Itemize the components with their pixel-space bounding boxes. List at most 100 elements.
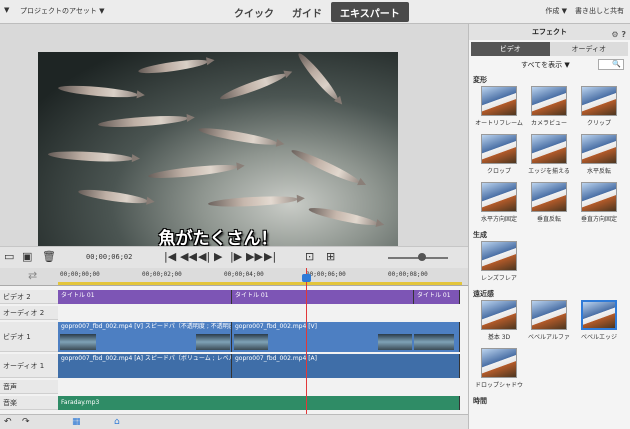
music-clip[interactable]: Faraday.mp3 <box>58 396 460 410</box>
effect-label: クリップ <box>586 120 611 127</box>
effect-tile[interactable]: レンズフレア <box>474 241 524 289</box>
bottom-toolbar: ↶ ↷ ▦ ⌂ <box>0 414 468 429</box>
show-all-dropdown[interactable]: すべてを表示 ▼ <box>521 60 570 70</box>
transport-bar: ▭ ▣ 🗑 00;00;06;02 |◀ ◀◀ ◀| ▶ |▶ ▶▶ ▶| ⊡ … <box>0 246 468 268</box>
work-area-bar[interactable] <box>58 282 462 285</box>
ruler-tick: 00;00;06;00 <box>306 271 346 278</box>
organizer-icon[interactable]: ▦ <box>72 416 81 428</box>
track-label-audio1: オーディオ 1 <box>0 354 58 378</box>
mode-expert-tab[interactable]: エキスパート <box>331 2 409 22</box>
go-start-button[interactable]: |◀ <box>164 251 176 263</box>
video-editor-window: ▼ プロジェクトのアセット ▼ クイック ガイド エキスパート 作成 ▼ 書き出… <box>0 0 630 429</box>
effect-label: 水平方向固定 <box>480 216 517 223</box>
tab-audio[interactable]: オーディオ <box>549 42 628 56</box>
step-forward-button[interactable]: |▶ <box>230 251 242 263</box>
clip-thumbnail <box>60 334 96 350</box>
clip-thumbnail <box>234 334 268 350</box>
fish-shape <box>295 52 341 103</box>
effect-tile[interactable]: 水平方向固定 <box>474 182 524 230</box>
effect-label: ドロップシャドウ <box>474 382 523 389</box>
group-perspective-title[interactable]: 遠近感 <box>469 289 630 300</box>
snapshot-icon[interactable]: ⊞ <box>326 251 335 263</box>
home-screen-icon[interactable]: ⌂ <box>114 416 120 428</box>
effect-tile[interactable]: ドロップシャドウ <box>474 348 524 396</box>
preview-area: 魚がたくさん！ <box>0 24 468 255</box>
file-menu-button[interactable]: ▼ <box>4 6 9 14</box>
redo-icon[interactable]: ↷ <box>22 416 30 428</box>
track-label-narration: 音声 <box>0 380 58 394</box>
effect-thumbnail <box>481 86 517 116</box>
timeline-ruler[interactable]: ⇄ 00;00;00;00 00;00;02;00 00;00;04;00 00… <box>0 268 468 286</box>
effect-tile[interactable]: エッジを揃える <box>524 134 574 182</box>
step-back-button[interactable]: ◀| <box>198 251 210 263</box>
mode-quick-tab[interactable]: クイック <box>225 2 283 22</box>
effect-thumbnail <box>481 348 517 378</box>
effect-label: レンズフレア <box>481 275 517 282</box>
effects-panel: エフェクト ⚙ ? ビデオ オーディオ すべてを表示 ▼ 🔍 変形 オートリフレ… <box>468 24 630 429</box>
effect-tile[interactable]: 垂直反転 <box>524 182 574 230</box>
mode-switcher: クイック ガイド エキスパート <box>225 2 409 22</box>
audio-clip[interactable]: gopro007_fbd_002.mp4 [A] <box>232 354 460 378</box>
zoom-slider-knob[interactable] <box>418 253 426 261</box>
project-assets-button[interactable]: プロジェクトのアセット ▼ <box>20 6 104 16</box>
track-label-music: 音楽 <box>0 396 58 410</box>
fish-shape <box>147 162 239 181</box>
effect-tile[interactable]: 水平反転 <box>574 134 624 182</box>
fish-shape <box>218 70 288 103</box>
effect-tile[interactable]: ベベルアルファ <box>524 300 574 348</box>
ruler-tick: 00;00;02;00 <box>142 271 182 278</box>
ruler-tick: 00;00;04;00 <box>224 271 264 278</box>
search-icon: 🔍 <box>612 60 621 68</box>
effect-tile[interactable]: カメラビュー <box>524 86 574 134</box>
delete-icon[interactable]: 🗑 <box>42 251 56 263</box>
effect-tile[interactable]: クロップ <box>474 134 524 182</box>
track-label-audio2: オーディオ 2 <box>0 306 58 320</box>
title-clip[interactable]: タイトル 01 <box>232 290 414 304</box>
fish-shape <box>207 194 299 209</box>
link-icon[interactable]: ⇄ <box>28 270 37 282</box>
fish-shape <box>77 187 149 206</box>
effect-tile[interactable]: オートリフレーム <box>474 86 524 134</box>
search-input[interactable]: 🔍 <box>598 59 624 70</box>
perspective-effects-grid: 基本 3D ベベルアルファ ベベルエッジ ドロップシャドウ <box>469 300 630 396</box>
effect-label: 垂直方向固定 <box>580 216 617 223</box>
mode-guided-tab[interactable]: ガイド <box>283 2 331 22</box>
effect-thumbnail <box>581 300 617 330</box>
playhead-handle[interactable] <box>302 274 311 282</box>
effect-thumbnail <box>531 134 567 164</box>
track-label-video1: ビデオ 1 <box>0 322 58 352</box>
top-bar: ▼ プロジェクトのアセット ▼ クイック ガイド エキスパート 作成 ▼ 書き出… <box>0 0 630 24</box>
video-preview[interactable]: 魚がたくさん！ <box>38 52 398 255</box>
group-transform-title[interactable]: 変形 <box>469 75 630 86</box>
group-generate-title[interactable]: 生成 <box>469 230 630 241</box>
effect-tile[interactable]: クリップ <box>574 86 624 134</box>
go-end-button[interactable]: ▶| <box>264 251 276 263</box>
create-button[interactable]: 作成 ▼ <box>545 6 567 16</box>
fit-icon[interactable]: ▭ <box>4 251 14 263</box>
audio-clip[interactable]: gopro007_fbd_002.mp4 [A] スピードパ（ボリューム ; レ… <box>58 354 232 378</box>
play-button[interactable]: ▶ <box>214 251 222 263</box>
undo-icon[interactable]: ↶ <box>4 416 12 428</box>
panel-title: エフェクト <box>532 28 567 36</box>
fast-forward-button[interactable]: ▶▶ <box>246 251 263 263</box>
rewind-button[interactable]: ◀◀ <box>180 251 197 263</box>
marker-icon[interactable]: ▣ <box>22 251 32 263</box>
export-share-button[interactable]: 書き出しと共有 <box>575 6 624 16</box>
title-clip[interactable]: タイトル 01 <box>58 290 232 304</box>
ruler-tick: 00;00;08;00 <box>388 271 428 278</box>
tab-video[interactable]: ビデオ <box>471 42 550 56</box>
group-time-title[interactable]: 時間 <box>469 396 630 407</box>
panel-settings-icon[interactable]: ⚙ ? <box>611 27 626 43</box>
effect-label: 垂直反転 <box>536 216 561 223</box>
effect-tile[interactable]: 垂直方向固定 <box>574 182 624 230</box>
effects-panel-header: エフェクト ⚙ ? <box>469 24 630 40</box>
effect-thumbnail <box>481 134 517 164</box>
playhead-line[interactable] <box>306 268 307 414</box>
effect-label: クロップ <box>486 168 511 175</box>
fish-shape <box>137 57 209 76</box>
title-clip[interactable]: タイトル 01 <box>414 290 460 304</box>
fish-shape <box>289 146 362 187</box>
effect-tile-selected[interactable]: ベベルエッジ <box>574 300 624 348</box>
effect-tile[interactable]: 基本 3D <box>474 300 524 348</box>
render-icon[interactable]: ⊡ <box>305 251 314 263</box>
